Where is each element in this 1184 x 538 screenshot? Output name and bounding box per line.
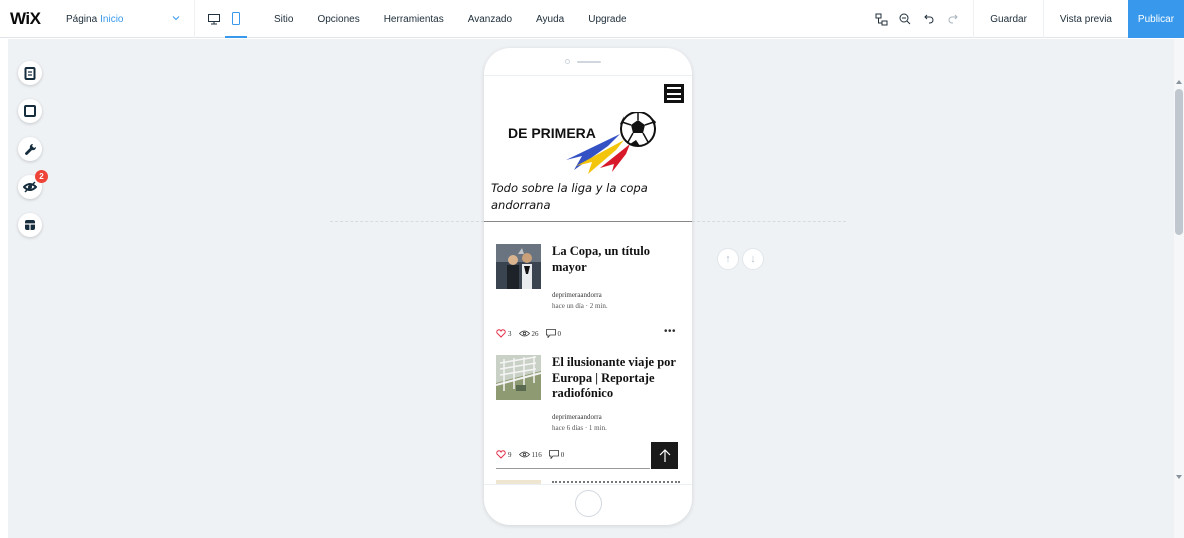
- redo-button[interactable]: [941, 0, 965, 38]
- site-logo-image[interactable]: DE PRIMERA: [504, 112, 664, 174]
- like-count: 9: [508, 450, 512, 459]
- site-logo-text: DE PRIMERA: [508, 125, 596, 141]
- topbar-right-tools: Guardar Vista previa Publicar: [869, 0, 1184, 38]
- comment-icon: [545, 329, 556, 338]
- post-thumbnail[interactable]: [496, 244, 541, 289]
- editor-topbar: WiX Página Inicio Sitio Opciones Herrami…: [0, 0, 1184, 38]
- phone-top-bezel: [484, 48, 692, 75]
- accessibility-wizard-button[interactable]: [869, 0, 893, 38]
- hidden-elements-button[interactable]: 2: [18, 170, 48, 199]
- page-selector-value: Inicio: [100, 13, 124, 25]
- move-down-button[interactable]: ↓: [742, 248, 764, 270]
- comment-count: 0: [560, 450, 565, 459]
- pages-icon: [24, 66, 36, 80]
- undo-button[interactable]: [917, 0, 941, 38]
- wix-logo[interactable]: WiX: [10, 9, 41, 29]
- header-divider: [484, 221, 692, 222]
- scrollbar-thumb[interactable]: [1175, 89, 1183, 235]
- desktop-view-button[interactable]: [203, 0, 225, 38]
- section-guide-right: [692, 221, 846, 222]
- menu-opciones[interactable]: Opciones: [305, 14, 371, 25]
- redo-icon: [948, 14, 958, 24]
- comments-stat[interactable]: 0: [545, 329, 562, 338]
- chevron-down-icon: [172, 16, 180, 21]
- like-button[interactable]: 9: [496, 450, 512, 459]
- menu-avanzado[interactable]: Avanzado: [456, 14, 524, 25]
- post-meta: hace 6 días · 1 min.: [552, 424, 607, 432]
- site-tagline: Todo sobre la liga y la copa andorrana: [491, 181, 648, 212]
- post-title[interactable]: El ilusionante viaje por Europa | Report…: [552, 355, 686, 402]
- zoom-out-icon: [899, 13, 911, 25]
- sections-icon: [25, 220, 35, 230]
- post-stats: 3 26 0: [496, 329, 568, 338]
- sitemap-icon: [875, 13, 888, 25]
- move-up-button[interactable]: ↑: [717, 248, 739, 270]
- mobile-tools-button[interactable]: [18, 137, 42, 161]
- save-button[interactable]: Guardar: [973, 0, 1043, 38]
- scroll-up-arrow[interactable]: [1176, 80, 1182, 84]
- post-author[interactable]: deprimeraandorra: [552, 413, 602, 421]
- post-stats: 9 116 0: [496, 450, 571, 459]
- canvas-scrollbar[interactable]: [1174, 39, 1184, 538]
- editor-canvas[interactable]: 2 ↑ ↓ DE PRIMERA Todo sobre la liga y la…: [8, 39, 1174, 538]
- section-guide-left: [330, 221, 484, 222]
- heart-icon: [496, 329, 506, 338]
- view-count: 116: [531, 450, 542, 459]
- mobile-site-screen[interactable]: DE PRIMERA Todo sobre la liga y la copa …: [484, 75, 692, 485]
- comment-icon: [548, 450, 559, 459]
- menu-upgrade[interactable]: Upgrade: [576, 14, 638, 25]
- next-post-thumbnail: [496, 480, 541, 484]
- arrow-up-icon: [659, 448, 670, 462]
- wrench-icon: [24, 143, 36, 155]
- post-thumbnail[interactable]: [496, 355, 541, 400]
- more-options-icon[interactable]: •••: [664, 326, 676, 337]
- page-selector-label: Página: [66, 13, 98, 25]
- undo-icon: [924, 14, 934, 24]
- left-toolbar: 2: [18, 61, 48, 251]
- phone-speaker: [577, 61, 601, 63]
- comment-count: 0: [557, 329, 562, 338]
- views-stat: 26: [518, 329, 539, 338]
- menu-sitio[interactable]: Sitio: [262, 14, 305, 25]
- mobile-preview-frame: DE PRIMERA Todo sobre la liga y la copa …: [484, 48, 692, 525]
- post-author[interactable]: deprimeraandorra: [552, 291, 602, 299]
- post-divider: [496, 468, 650, 469]
- hidden-count-badge: 2: [35, 170, 48, 183]
- like-button[interactable]: 3: [496, 329, 512, 338]
- mobile-view-button[interactable]: [225, 0, 247, 38]
- comments-stat[interactable]: 0: [548, 450, 565, 459]
- eye-icon: [518, 451, 530, 458]
- next-post-title-cropped: [552, 481, 680, 484]
- menu-herramientas[interactable]: Herramientas: [372, 14, 456, 25]
- hamburger-menu-icon[interactable]: [664, 84, 684, 103]
- back-to-top-button[interactable]: [651, 442, 678, 469]
- pages-menu-button[interactable]: [18, 61, 42, 85]
- mobile-icon: [232, 11, 240, 25]
- arrow-down-icon: ↓: [750, 253, 756, 265]
- post-meta: hace un día · 2 min.: [552, 302, 608, 310]
- eye-hidden-icon: [23, 181, 37, 193]
- desktop-icon: [208, 13, 220, 24]
- phone-home-button: [575, 490, 602, 517]
- sections-button[interactable]: [18, 213, 42, 237]
- view-count: 26: [531, 329, 539, 338]
- design-button[interactable]: [18, 99, 42, 123]
- main-menu: Sitio Opciones Herramientas Avanzado Ayu…: [262, 0, 639, 38]
- heart-icon: [496, 450, 506, 459]
- scroll-down-arrow[interactable]: [1176, 475, 1182, 479]
- like-count: 3: [508, 329, 512, 338]
- preview-button[interactable]: Vista previa: [1042, 0, 1128, 38]
- menu-ayuda[interactable]: Ayuda: [524, 14, 576, 25]
- zoom-out-button[interactable]: [893, 0, 917, 38]
- arrow-up-icon: ↑: [725, 253, 731, 265]
- phone-camera: [565, 59, 570, 64]
- eye-icon: [518, 330, 530, 337]
- views-stat: 116: [518, 450, 542, 459]
- page-selector[interactable]: Página Inicio: [55, 0, 195, 38]
- post-title[interactable]: La Copa, un título mayor: [552, 244, 686, 275]
- section-move-controls: ↑ ↓: [717, 248, 764, 270]
- publish-button[interactable]: Publicar: [1128, 0, 1184, 38]
- layout-icon: [24, 105, 36, 117]
